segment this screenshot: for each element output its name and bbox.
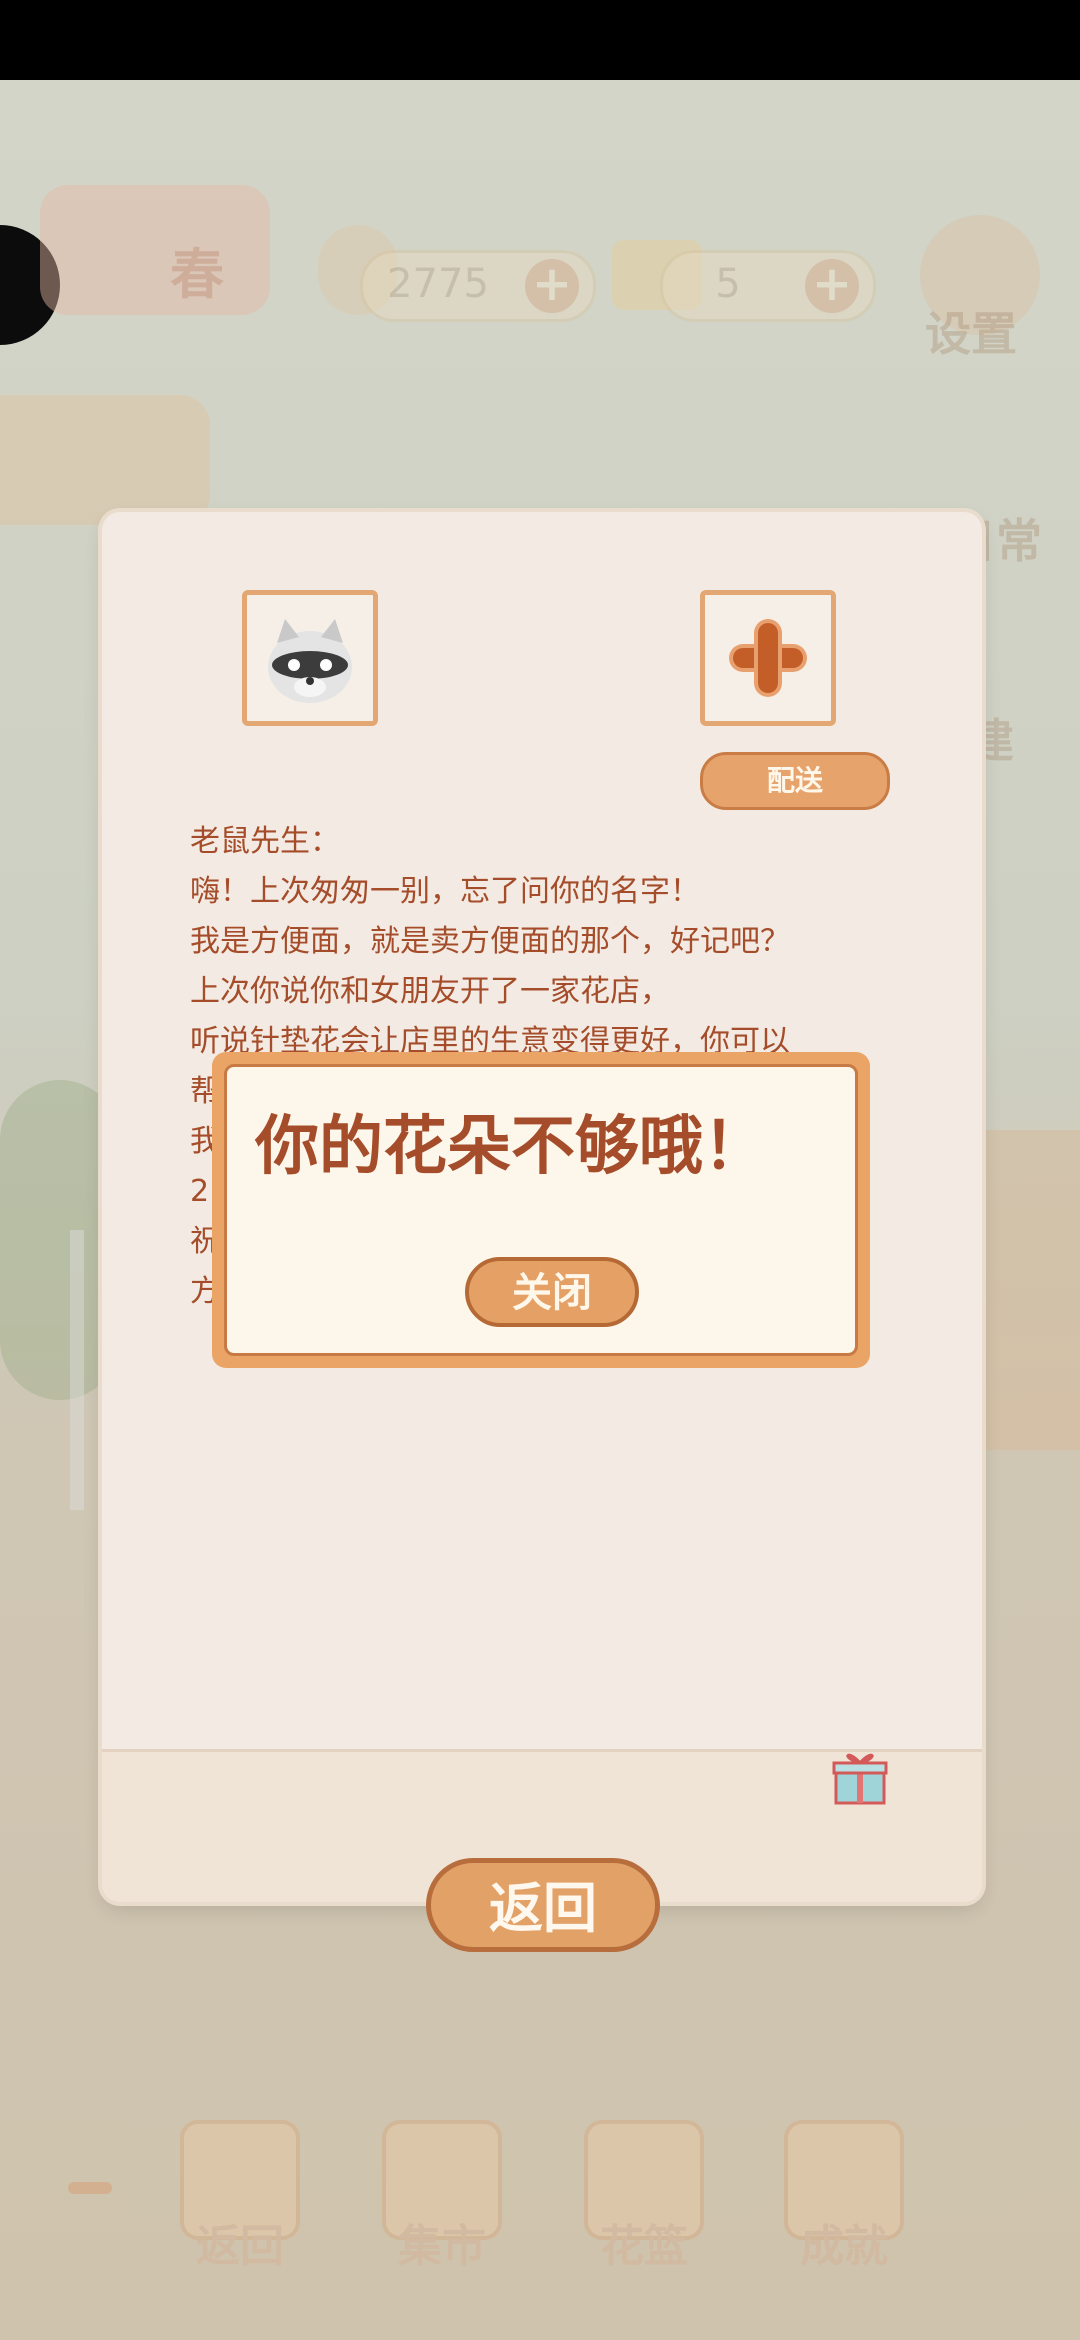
add-flower-slot[interactable] [700, 590, 836, 726]
fish-counter: 2775 + [360, 250, 596, 322]
dialog-body: 你的花朵不够哦！ 关闭 [224, 1064, 858, 1356]
sender-avatar [242, 590, 378, 726]
back-button[interactable]: 返回 [426, 1858, 660, 1952]
plus-icon [733, 623, 803, 693]
nav-back-label: 返回 [196, 2221, 284, 2272]
settings-label: 设置 [925, 307, 1017, 361]
suitcase-video-button[interactable] [0, 395, 210, 525]
season-badge[interactable] [40, 185, 270, 315]
cheese-count: 5 [715, 261, 741, 307]
close-button[interactable]: 关闭 [465, 1257, 639, 1327]
nav-basket-label: 花篮 [600, 2221, 688, 2272]
minus-icon[interactable] [68, 2182, 112, 2194]
letter-line: 老鼠先生： [190, 824, 340, 859]
letter-line: 嗨！上次匆匆一别，忘了问你的名字！ [190, 874, 700, 909]
letter-line: 上次你说你和女朋友开了一家花店， [190, 974, 670, 1009]
gift-icon[interactable] [830, 1747, 890, 1807]
nav-flower-basket[interactable]: 花篮 [582, 2120, 706, 2274]
nav-achievements[interactable]: 成就 [782, 2120, 906, 2274]
raccoon-icon [268, 619, 352, 703]
lamp-post [70, 1230, 84, 1510]
add-fish-button[interactable]: + [525, 259, 579, 313]
nav-market-label: 集市 [398, 2221, 486, 2272]
nav-market[interactable]: 集市 [380, 2120, 504, 2274]
nav-back[interactable]: 返回 [178, 2120, 302, 2274]
status-bar [0, 0, 1080, 80]
nav-achievements-label: 成就 [800, 2221, 888, 2272]
add-cheese-button[interactable]: + [805, 259, 859, 313]
fish-count: 2775 [387, 261, 489, 307]
season-label: 春 [170, 243, 224, 306]
deliver-button[interactable]: 配送 [700, 752, 890, 810]
cheese-counter: 5 + [660, 250, 876, 322]
not-enough-flowers-dialog: 你的花朵不够哦！ 关闭 [212, 1052, 870, 1368]
dialog-message: 你的花朵不够哦！ [255, 1110, 767, 1184]
house-decoration [985, 1130, 1080, 1450]
letter-line: 我是方便面，就是卖方便面的那个，好记吧？ [190, 924, 790, 959]
